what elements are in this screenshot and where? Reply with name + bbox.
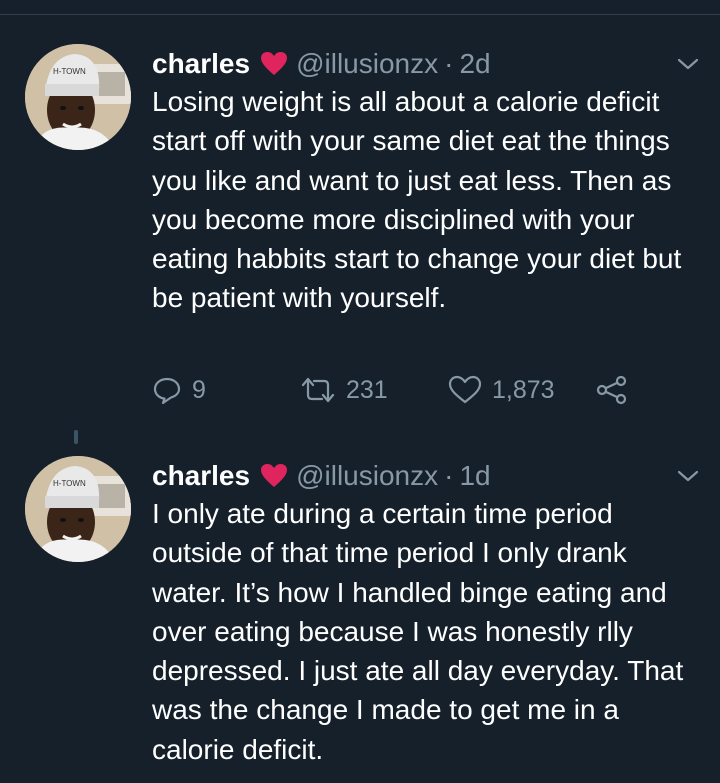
- like-button[interactable]: 1,873: [448, 375, 555, 405]
- retweet-icon: [301, 377, 335, 403]
- reply-count: 9: [192, 375, 206, 404]
- svg-text:H-TOWN: H-TOWN: [53, 479, 86, 488]
- separator-dot: ·: [444, 48, 454, 79]
- handle[interactable]: @illusionzx: [296, 460, 438, 492]
- display-name[interactable]: charles: [152, 48, 250, 80]
- retweet-button[interactable]: 231: [300, 375, 388, 405]
- thread-line: [74, 430, 78, 444]
- retweet-count: 231: [346, 375, 388, 404]
- tweet-actions: 9 231 1,873: [152, 370, 672, 410]
- share-icon: [596, 375, 627, 405]
- share-button[interactable]: [596, 375, 638, 405]
- red-heart-icon: [261, 464, 288, 487]
- svg-text:H-TOWN: H-TOWN: [53, 67, 86, 76]
- top-divider: [0, 14, 720, 15]
- like-icon: [448, 375, 482, 404]
- handle[interactable]: @illusionzx: [296, 48, 438, 80]
- timestamp[interactable]: 2d: [459, 48, 490, 80]
- timestamp[interactable]: 1d: [459, 460, 490, 492]
- avatar[interactable]: H-TOWN: [25, 44, 131, 150]
- chevron-down-icon[interactable]: [676, 54, 700, 74]
- reply-button[interactable]: 9: [152, 375, 206, 405]
- tweet-text: Losing weight is all about a calorie def…: [152, 86, 682, 314]
- tweet-text: I only ate during a certain time period …: [152, 498, 684, 765]
- avatar[interactable]: H-TOWN: [25, 456, 131, 562]
- avatar-image: H-TOWN: [25, 44, 131, 150]
- chevron-down-icon[interactable]: [676, 466, 700, 486]
- avatar-image: H-TOWN: [25, 456, 131, 562]
- separator-dot: ·: [444, 460, 454, 491]
- like-count: 1,873: [492, 375, 555, 404]
- reply-icon: [153, 377, 181, 405]
- red-heart-icon: [261, 52, 288, 75]
- display-name[interactable]: charles: [152, 460, 250, 492]
